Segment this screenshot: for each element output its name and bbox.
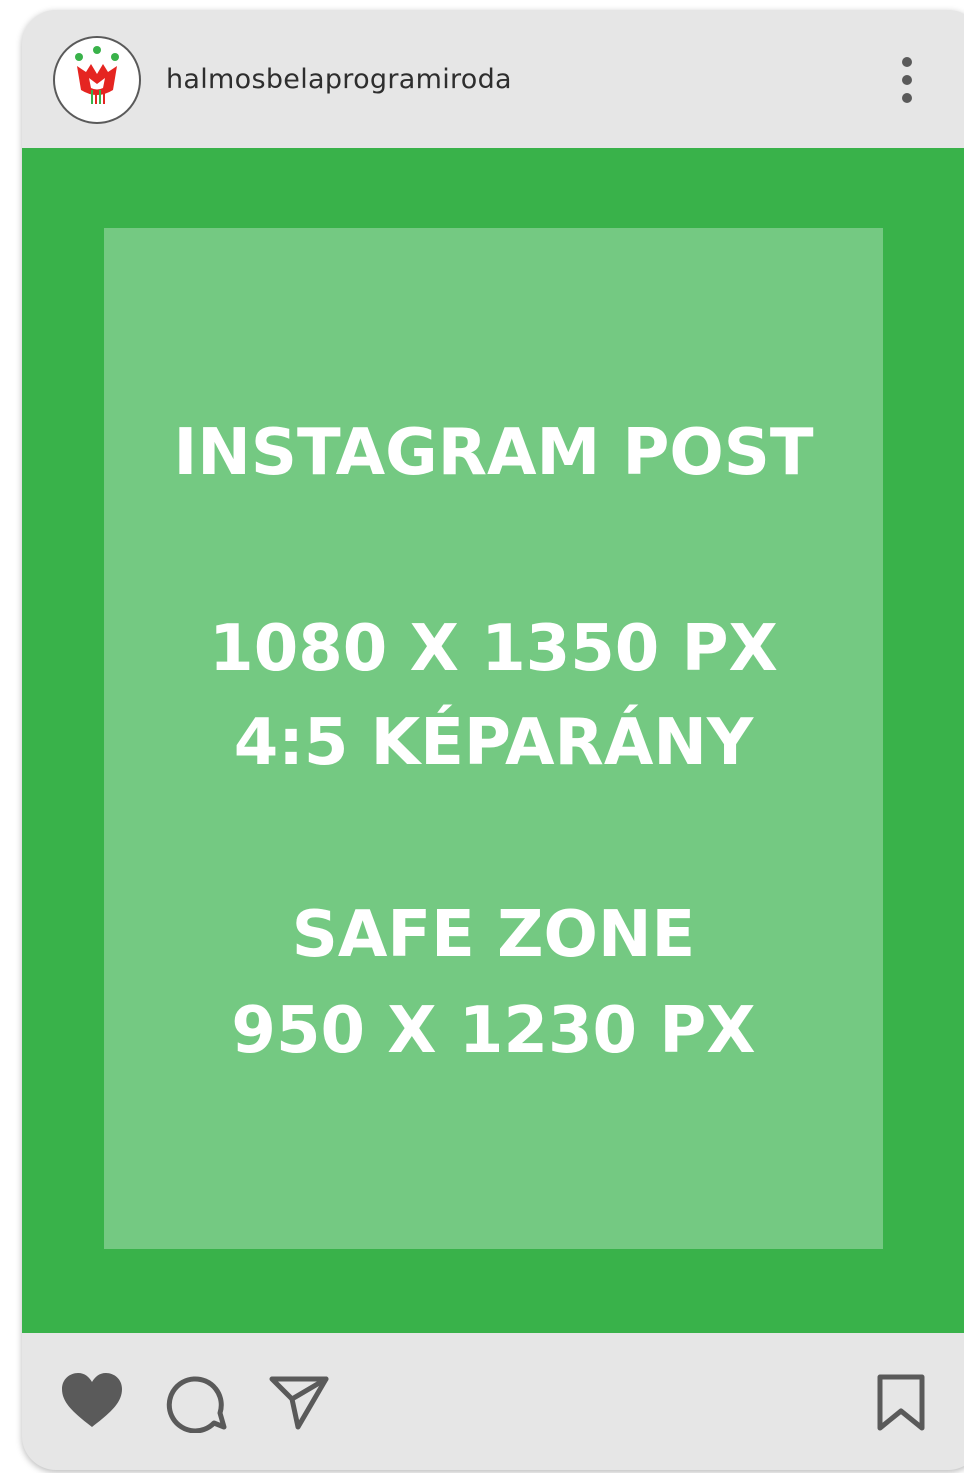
post-actions <box>22 1333 964 1470</box>
post-header: halmosbelaprogramiroda <box>22 10 964 148</box>
post-media[interactable]: INSTAGRAM POST 1080 X 1350 PX 4:5 KÉPARÁ… <box>22 148 964 1333</box>
media-aspect-ratio: 4:5 KÉPARÁNY <box>233 706 754 780</box>
bookmark-icon[interactable] <box>875 1373 927 1433</box>
avatar[interactable] <box>53 36 141 124</box>
tulip-crown-logo-icon <box>75 46 119 104</box>
instagram-post-card: halmosbelaprogramiroda INSTAGRAM POST 10… <box>22 10 964 1470</box>
media-dimensions: 1080 X 1350 PX <box>209 612 778 686</box>
send-icon[interactable] <box>268 1373 330 1431</box>
safe-zone-dimensions: 950 X 1230 PX <box>231 994 756 1068</box>
more-vertical-icon[interactable] <box>890 54 924 108</box>
media-title: INSTAGRAM POST <box>173 416 814 490</box>
username[interactable]: halmosbelaprogramiroda <box>166 64 512 95</box>
safe-zone-label: SAFE ZONE <box>291 898 696 972</box>
safe-zone: INSTAGRAM POST 1080 X 1350 PX 4:5 KÉPARÁ… <box>104 228 883 1249</box>
comment-icon[interactable] <box>166 1373 228 1433</box>
heart-icon[interactable] <box>60 1371 124 1431</box>
